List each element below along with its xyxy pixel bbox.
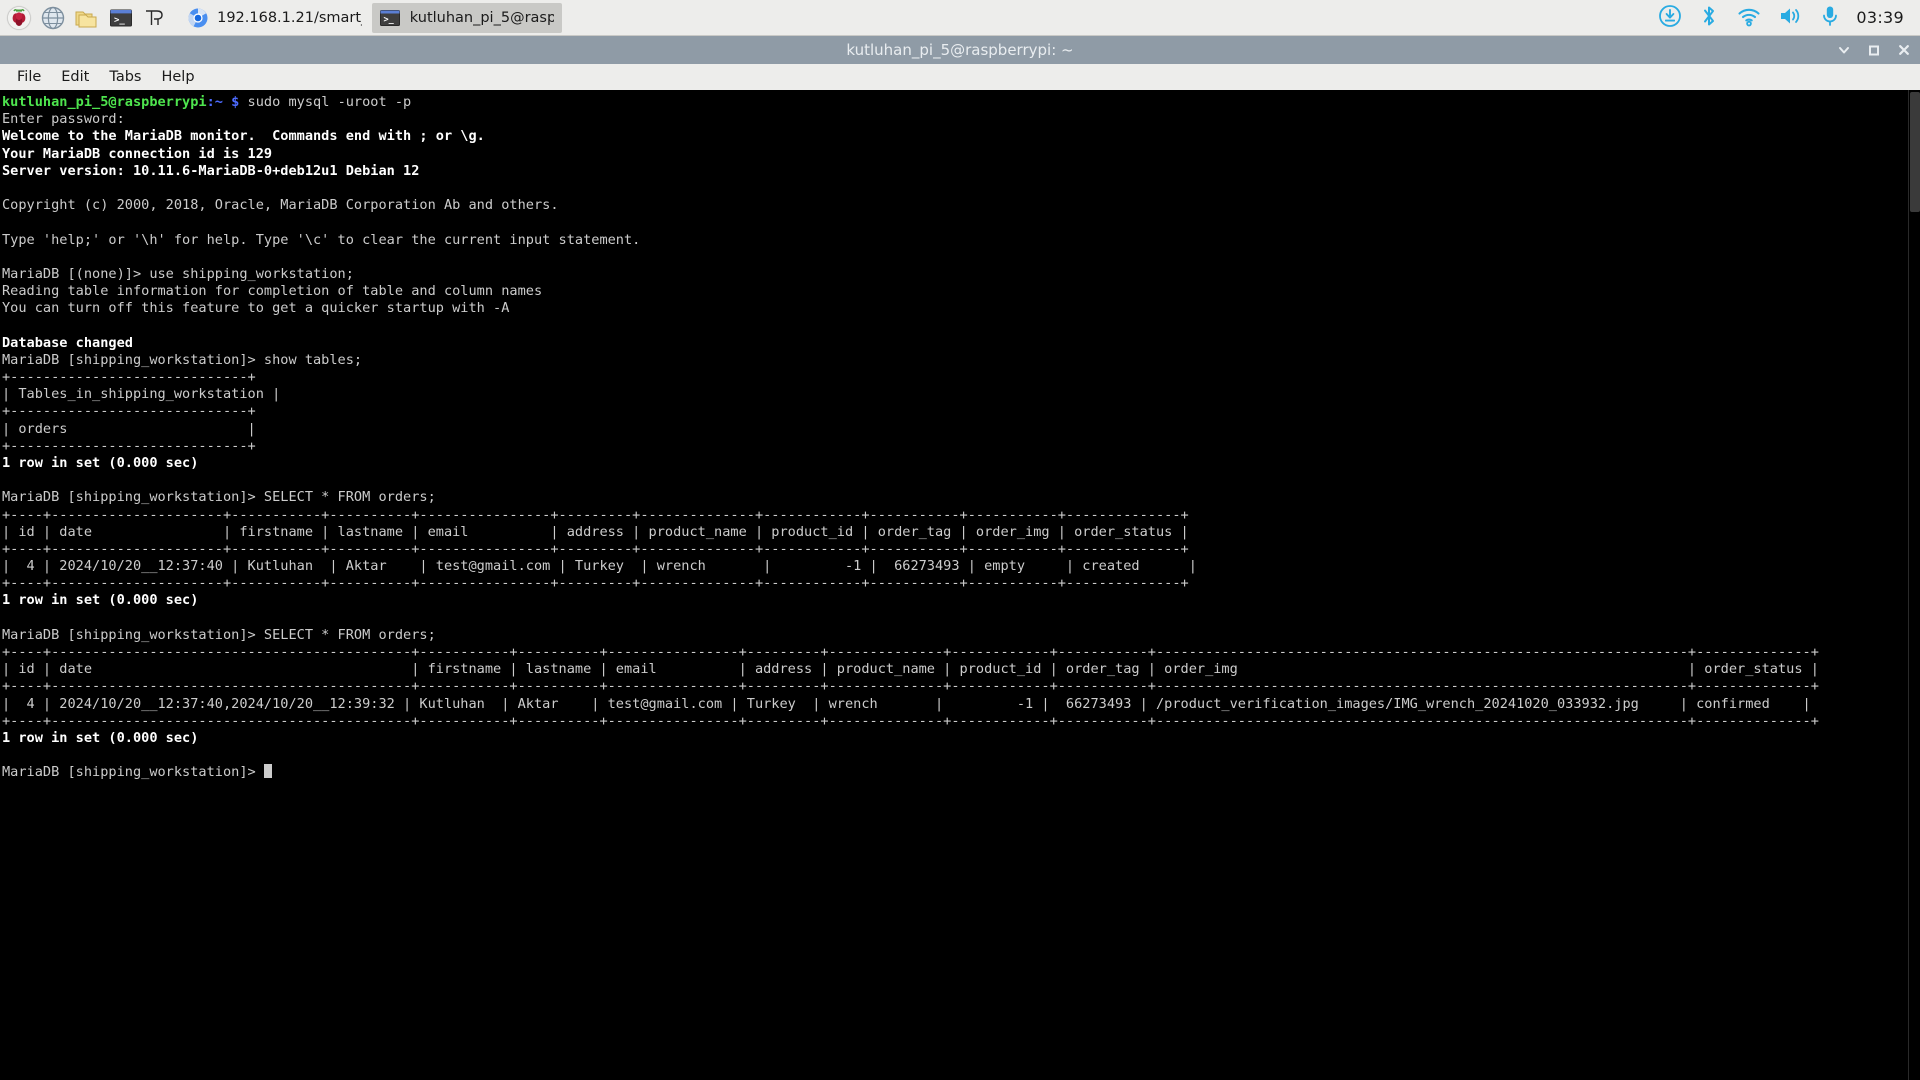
terminal-line: Server version: 10.11.6-MariaDB-0+deb12u… — [2, 162, 420, 179]
terminal-line: Database changed — [2, 334, 133, 351]
taskbar-launchers: >_ — [0, 3, 170, 33]
taskbar-window-chromium-label: 192.168.1.21/smart_.. — [217, 9, 362, 26]
terminal-viewport[interactable]: kutluhan_pi_5@raspberrypi:~ $ sudo mysql… — [0, 90, 1920, 1080]
terminal-line: +----+----------------------------------… — [2, 712, 1819, 729]
mysql-command-line: MariaDB [(none)]> use shipping_workstati… — [2, 265, 354, 282]
terminal-line: | 4 | 2024/10/20__12:37:40,2024/10/20__1… — [2, 695, 1811, 712]
mysql-command-line: MariaDB [shipping_workstation]> SELECT *… — [2, 626, 436, 643]
terminal-line: +-----------------------------+ — [2, 369, 256, 385]
terminal-line: Reading table information for completion… — [2, 283, 543, 300]
bluetooth-icon[interactable] — [1698, 4, 1720, 32]
terminal-line: +-----------------------------+ — [2, 437, 256, 454]
terminal-line: Welcome to the MariaDB monitor. Commands… — [2, 128, 485, 145]
terminal-line: +----+----------------------------------… — [2, 678, 1819, 695]
terminal-line: | 4 | 2024/10/20__12:37:40 | Kutluhan | … — [2, 558, 1197, 575]
terminal-line: | Tables_in_shipping_workstation | — [2, 386, 281, 403]
mysql-command-line: MariaDB [shipping_workstation]> SELECT *… — [2, 489, 436, 506]
terminal-icon[interactable]: >_ — [106, 3, 136, 33]
terminal-line: Your MariaDB connection id is 129 — [2, 145, 273, 162]
terminal-line: 1 row in set (0.000 sec) — [2, 729, 199, 746]
thonny-icon[interactable] — [140, 3, 170, 33]
terminal-line: Enter password: — [2, 111, 125, 128]
taskbar: >_ 192.168.1.21/smart_.. >_ kutluhan_pi_… — [0, 0, 1920, 36]
menu-tabs[interactable]: Tabs — [100, 67, 150, 87]
terminal-line: 1 row in set (0.000 sec) — [2, 592, 199, 609]
volume-icon[interactable] — [1778, 4, 1804, 32]
taskbar-window-list: 192.168.1.21/smart_.. >_ kutluhan_pi_5@r… — [180, 2, 562, 33]
close-button[interactable] — [1896, 42, 1912, 58]
menu-help[interactable]: Help — [152, 67, 203, 87]
svg-text:>_: >_ — [383, 15, 394, 25]
terminal-line: You can turn off this feature to get a q… — [2, 300, 510, 317]
menu-file[interactable]: File — [8, 67, 50, 87]
scrollbar-down-arrow[interactable] — [1910, 1070, 1920, 1080]
window-titlebar[interactable]: kutluhan_pi_5@raspberrypi: ~ — [0, 36, 1920, 64]
terminal-line: | orders | — [2, 420, 256, 437]
block-cursor — [263, 764, 272, 779]
terminal-output: kutluhan_pi_5@raspberrypi:~ $ sudo mysql… — [0, 90, 1908, 782]
clock[interactable]: 03:39 — [1856, 8, 1904, 27]
terminal-line: Type 'help;' or '\h' for help. Type '\c'… — [2, 231, 641, 248]
terminal-line: 1 row in set (0.000 sec) — [2, 454, 199, 471]
terminal-icon: >_ — [376, 3, 404, 33]
terminal-window: kutluhan_pi_5@raspberrypi: ~ File Edit T… — [0, 36, 1920, 1080]
window-title: kutluhan_pi_5@raspberrypi: ~ — [846, 41, 1074, 59]
menubar: File Edit Tabs Help — [0, 64, 1920, 90]
mysql-active-prompt: MariaDB [shipping_workstation]> — [2, 764, 1908, 781]
software-update-icon[interactable] — [1658, 4, 1682, 32]
terminal-line: +----+---------------------+-----------+… — [2, 540, 1189, 557]
taskbar-window-terminal-label: kutluhan_pi_5@rasp.. — [409, 9, 554, 26]
raspberry-menu-icon[interactable] — [4, 3, 34, 33]
terminal-line: | id | date | firstname | lastname | ema… — [2, 523, 1189, 540]
wifi-icon[interactable] — [1736, 4, 1762, 32]
file-manager-icon[interactable] — [72, 3, 102, 33]
taskbar-window-chromium[interactable]: 192.168.1.21/smart_.. — [180, 3, 370, 33]
window-controls — [1836, 36, 1912, 64]
shell-prompt-line: kutluhan_pi_5@raspberrypi:~ $ sudo mysql… — [2, 94, 412, 110]
terminal-line: +----+---------------------+-----------+… — [2, 506, 1189, 523]
system-tray: 03:39 — [1658, 4, 1920, 32]
terminal-scrollbar[interactable] — [1908, 90, 1920, 1080]
microphone-icon[interactable] — [1820, 4, 1840, 32]
terminal-line: +----+---------------------+-----------+… — [2, 575, 1189, 592]
terminal-line: Copyright (c) 2000, 2018, Oracle, MariaD… — [2, 197, 559, 214]
terminal-line: +-----------------------------+ — [2, 403, 256, 420]
chromium-icon — [184, 3, 211, 33]
menu-edit[interactable]: Edit — [52, 67, 98, 87]
terminal-line: | id | date | firstname | lastname | ema… — [2, 661, 1819, 678]
globe-browser-icon[interactable] — [38, 3, 68, 33]
minimize-button[interactable] — [1836, 42, 1852, 58]
svg-text:>_: >_ — [114, 15, 125, 25]
mysql-command-line: MariaDB [shipping_workstation]> show tab… — [2, 351, 363, 368]
maximize-button[interactable] — [1866, 42, 1882, 58]
scrollbar-thumb[interactable] — [1910, 92, 1920, 212]
taskbar-window-terminal[interactable]: >_ kutluhan_pi_5@rasp.. — [372, 2, 562, 33]
terminal-line: +----+----------------------------------… — [2, 644, 1819, 660]
